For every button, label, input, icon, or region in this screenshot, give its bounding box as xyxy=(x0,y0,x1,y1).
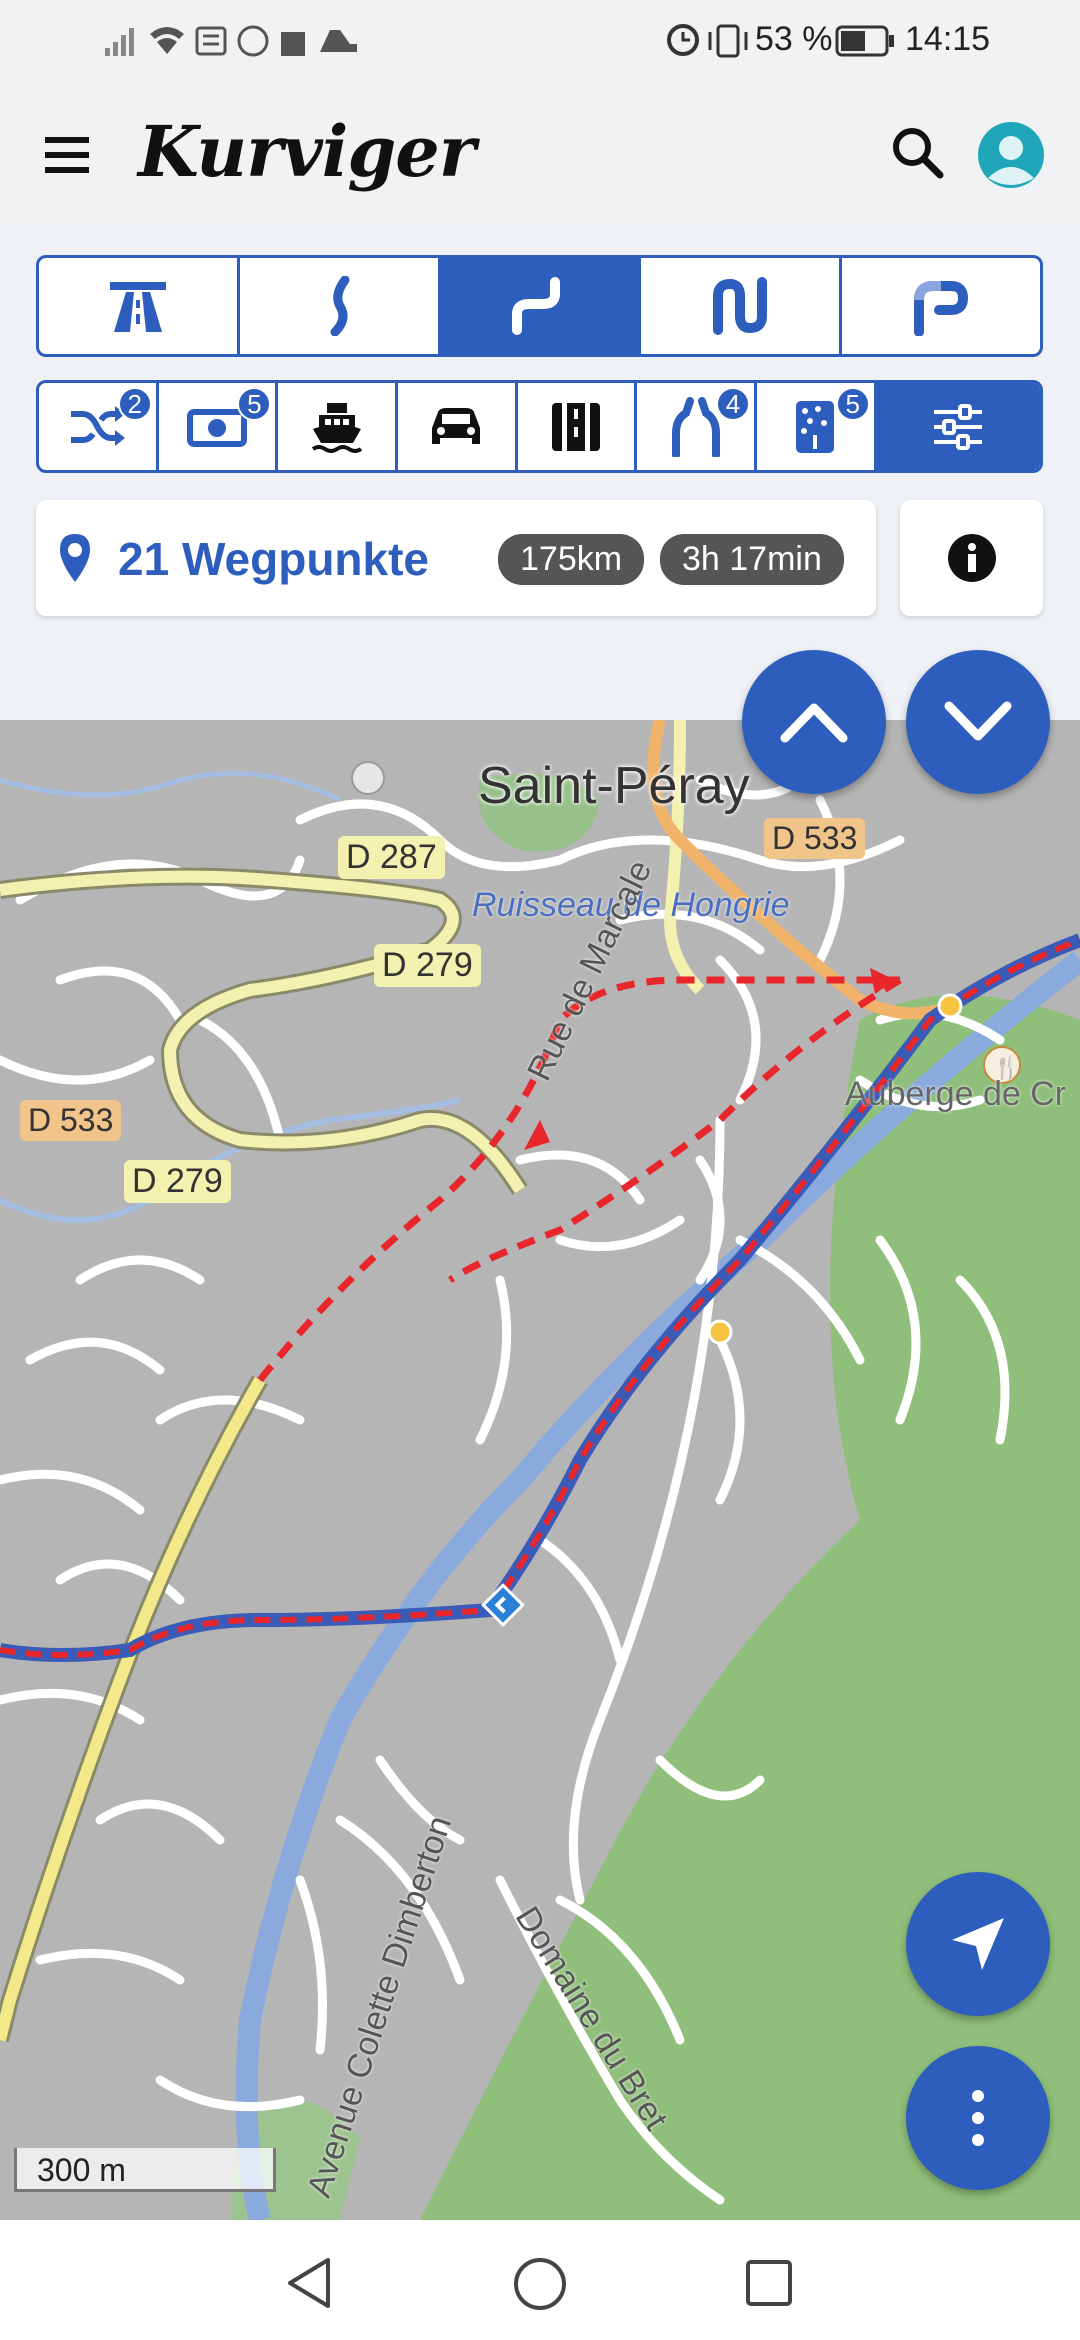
status-bar: 53 % 14:15 xyxy=(0,0,1080,80)
scale-bar: 300 m xyxy=(14,2148,276,2192)
expand-panel-button[interactable] xyxy=(906,650,1050,794)
route-distance: 175km xyxy=(498,534,645,585)
option-shuffle[interactable]: 2 xyxy=(39,383,159,470)
tunnel-icon xyxy=(552,402,601,451)
road-type-selector xyxy=(36,255,1043,357)
toll-badge: 5 xyxy=(237,387,272,421)
app-header: Kurviger xyxy=(0,80,1080,230)
option-narrow[interactable]: 4 xyxy=(637,383,758,470)
road-type-curvier[interactable] xyxy=(440,258,642,354)
road-label-d287: D 287 xyxy=(338,836,445,879)
waypoint-marker-1[interactable] xyxy=(707,1319,733,1345)
road-type-extreme[interactable] xyxy=(842,258,1040,354)
chevron-down-icon xyxy=(944,701,1012,741)
option-toll[interactable]: 5 xyxy=(159,383,279,470)
scale-label: 300 m xyxy=(37,2152,126,2188)
app-logo: Kurviger xyxy=(138,110,476,193)
curvier-road-icon xyxy=(512,277,561,335)
more-options-button[interactable] xyxy=(906,2046,1050,2190)
map-canvas[interactable]: 🍴 xyxy=(0,720,1080,2220)
very-curvy-road-icon xyxy=(713,277,768,335)
shuffle-badge: 2 xyxy=(117,387,152,421)
car-icon xyxy=(432,407,481,444)
road-label-d279-low: D 279 xyxy=(124,1160,231,1203)
clock: 14:15 xyxy=(905,20,991,58)
road-label-d279-mid: D 279 xyxy=(374,944,481,987)
more-vertical-icon xyxy=(972,2090,984,2146)
system-nav-bar xyxy=(0,2220,1080,2340)
waypoints-count: 21 Wegpunkte xyxy=(118,533,429,585)
back-icon[interactable] xyxy=(284,2256,334,2310)
road-label-d533-left: D 533 xyxy=(20,1100,122,1141)
collapse-panel-button[interactable] xyxy=(742,650,886,794)
recents-icon[interactable] xyxy=(744,2258,794,2308)
route-duration: 3h 17min xyxy=(660,534,844,585)
settings-sliders-icon xyxy=(934,403,983,450)
status-icons-left xyxy=(105,25,357,57)
map-view[interactable]: 🍴 Saint-Péray D 287 D 533 D 533 D 279 D … xyxy=(0,720,1080,2220)
location-pin-icon xyxy=(60,534,90,582)
highway-icon xyxy=(109,282,166,332)
chevron-up-icon xyxy=(780,703,848,743)
ferry-icon xyxy=(311,402,362,453)
road-type-very-curvy[interactable] xyxy=(641,258,843,354)
option-ferry[interactable] xyxy=(278,383,399,470)
option-tunnel[interactable] xyxy=(518,383,638,470)
info-icon xyxy=(947,534,996,582)
route-options-bar: 2 5 4 5 xyxy=(36,380,1043,473)
route-summary-card[interactable]: 21 Wegpunkte 175km 3h 17min xyxy=(36,500,876,616)
unpaved-road-icon xyxy=(796,400,835,453)
hamburger-menu-icon[interactable] xyxy=(45,135,91,175)
town-label: Saint-Péray xyxy=(478,757,750,815)
option-unpaved[interactable]: 5 xyxy=(757,383,877,470)
road-type-highway[interactable] xyxy=(39,258,240,354)
status-icons-right xyxy=(667,24,748,58)
battery-icon xyxy=(835,25,894,57)
option-motorway[interactable] xyxy=(398,383,518,470)
locate-me-button[interactable] xyxy=(906,1872,1050,2016)
extreme-curvy-road-icon xyxy=(914,281,969,336)
user-avatar-icon[interactable] xyxy=(976,120,1046,190)
route-info-button[interactable] xyxy=(900,500,1043,616)
home-icon[interactable] xyxy=(512,2256,568,2312)
poi-label-auberge: Auberge de Cr xyxy=(845,1075,1067,1113)
waypoint-marker-2[interactable] xyxy=(937,993,963,1019)
unpaved-badge: 5 xyxy=(835,387,870,421)
curvy-road-icon xyxy=(330,276,350,336)
option-settings[interactable] xyxy=(876,383,1040,470)
route-options-panel: 2 5 4 5 21 Wegpunkte 175km 3h 17min xyxy=(0,230,1080,720)
battery-percent: 53 % xyxy=(755,20,833,58)
road-type-curvy[interactable] xyxy=(240,258,441,354)
road-label-d533-right: D 533 xyxy=(764,818,866,859)
navigation-arrow-icon xyxy=(952,1918,1004,1970)
poi-shop-icon[interactable] xyxy=(351,761,385,795)
search-icon[interactable] xyxy=(890,125,946,185)
narrow-badge: 4 xyxy=(716,387,751,421)
